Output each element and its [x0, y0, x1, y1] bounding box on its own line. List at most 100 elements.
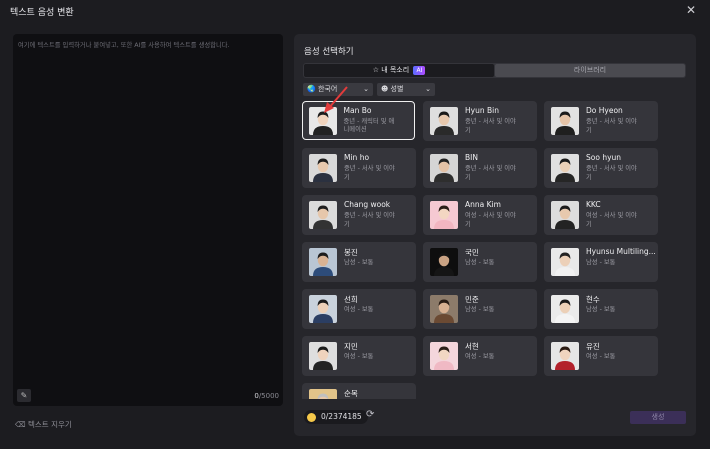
voice-avatar [430, 295, 458, 323]
voice-avatar [551, 107, 579, 135]
window-title: 텍스트 음성 변환 [10, 8, 74, 18]
ai-wand-icon[interactable]: ✎ [17, 389, 31, 402]
voice-card[interactable]: 선희여성 - 보통 [302, 289, 416, 329]
pointer-arrow [324, 86, 348, 113]
voice-description: 남성 - 보통 [344, 259, 374, 266]
voice-name: 국민 [465, 248, 479, 257]
voice-name: 순복 [344, 389, 358, 398]
voice-description: 중년 - 서사 및 이야기 [586, 165, 637, 181]
voice-card[interactable]: 민준남성 - 보통 [423, 289, 537, 329]
coin-icon [307, 412, 316, 422]
voice-description: 중년 - 서사 및 이야기 [344, 165, 395, 181]
voice-description: 중년 - 서사 및 이야기 [344, 212, 395, 228]
voice-tabs: ☆ 내 목소리 AI 라이브러리 [303, 63, 686, 78]
voice-card[interactable]: 유진여성 - 보통 [544, 336, 658, 376]
voice-name: BIN [465, 153, 478, 162]
voice-avatar [309, 248, 337, 276]
voice-name: Hyun Bin [465, 106, 499, 115]
voice-card[interactable]: KKC 여성 - 서사 및 이야기 [544, 195, 658, 235]
close-icon[interactable]: ✕ [686, 3, 696, 17]
voice-description: 여성 - 서사 및 이야기 [465, 212, 516, 228]
voice-name: 유진 [586, 342, 600, 351]
voice-description: 남성 - 보통 [465, 259, 495, 266]
voice-card[interactable]: 순복 [302, 383, 416, 399]
voice-name: Anna Kim [465, 200, 501, 209]
credit-value: 0/2374185 [321, 412, 362, 421]
voice-panel-title: 음성 선택하기 [304, 47, 354, 57]
voice-panel: 음성 선택하기 ☆ 내 목소리 AI 라이브러리 🌏 한국어 ⌄ ☻ 성별 ⌄ … [294, 34, 696, 436]
voice-description: 여성 - 서사 및 이야기 [586, 212, 637, 228]
title-bar: 텍스트 음성 변환 ✕ [0, 0, 710, 22]
star-icon: ☆ [372, 66, 379, 74]
voice-name: 지민 [344, 342, 358, 351]
voice-name: Soo hyun [586, 153, 622, 162]
voice-description: 중년 - 서사 및 이야기 [465, 165, 516, 181]
char-counter: 0/5000 [254, 392, 279, 400]
voice-name: 현수 [586, 295, 600, 304]
voice-card[interactable]: 지민 여성 - 보통 [302, 336, 416, 376]
text-editor[interactable]: 여기에 텍스트를 입력하거나 붙여넣고, 또한 AI를 사용하여 텍스트를 생성… [13, 34, 283, 406]
voice-avatar [430, 248, 458, 276]
voice-grid: Man Bo 중년 - 캐릭터 및 애니메이션 Hyun Bin 중년 - 서사 및 … [302, 101, 688, 399]
voice-description: 중년 - 서사 및 이야기 [586, 118, 637, 134]
voice-card[interactable]: BIN 중년 - 서사 및 이야기 [423, 148, 537, 188]
voice-card[interactable]: Man Bo 중년 - 캐릭터 및 애니메이션 [302, 101, 415, 140]
tab-my-voice[interactable]: ☆ 내 목소리 AI [304, 64, 494, 77]
editor-placeholder: 여기에 텍스트를 입력하거나 붙여넣고, 또한 AI를 사용하여 텍스트를 생성… [18, 42, 230, 49]
voice-avatar [309, 342, 337, 370]
voice-name: 민준 [465, 295, 479, 304]
voice-card[interactable]: Chang wook 중년 - 서사 및 이야기 [302, 195, 416, 235]
voice-avatar [551, 201, 579, 229]
voice-avatar [551, 295, 579, 323]
chevron-down-icon: ⌄ [363, 85, 369, 93]
voice-description: 남성 - 보통 [586, 259, 616, 266]
clear-text-label: 텍스트 지우기 [28, 420, 72, 429]
voice-description: 남성 - 보통 [465, 306, 495, 313]
voice-name: Do Hyeon [586, 106, 623, 115]
voice-card[interactable]: 국민남성 - 보통 [423, 242, 537, 282]
voice-description: 중년 - 캐릭터 및 애니메이션 [343, 117, 395, 134]
voice-name: Min ho [344, 153, 370, 162]
voice-card[interactable]: Soo hyun 중년 - 서사 및 이야기 [544, 148, 658, 188]
voice-card[interactable]: Anna Kim 여성 - 서사 및 이야기 [423, 195, 537, 235]
tab-my-voice-label: 내 목소리 [381, 66, 410, 74]
voice-description: 여성 - 보통 [465, 353, 495, 360]
voice-description: 여성 - 보통 [586, 353, 616, 360]
voice-description: 중년 - 서사 및 이야기 [465, 118, 516, 134]
voice-name: 서현 [465, 342, 479, 351]
voice-name: 선희 [344, 295, 358, 304]
gender-value: 성별 [390, 85, 404, 93]
ai-badge: AI [413, 66, 426, 75]
clear-text-button[interactable]: ⌫ 텍스트 지우기 [15, 419, 72, 430]
voice-name: Chang wook [344, 200, 391, 209]
gender-icon: ☻ [381, 85, 389, 93]
voice-avatar [309, 154, 337, 182]
voice-name: 봉진 [344, 248, 358, 257]
voice-description: 남성 - 보통 [586, 306, 616, 313]
voice-card[interactable]: Hyunsu Multiling... 남성 - 보통 [544, 242, 658, 282]
voice-name: KKC [586, 200, 601, 209]
voice-description: 여성 - 보통 [344, 306, 374, 313]
char-max: /5000 [258, 392, 279, 400]
voice-avatar [551, 248, 579, 276]
voice-avatar [551, 342, 579, 370]
tab-library[interactable]: 라이브러리 [495, 64, 685, 77]
globe-icon: 🌏 [307, 85, 316, 93]
voice-card[interactable]: Hyun Bin 중년 - 서사 및 이야기 [423, 101, 537, 141]
voice-avatar [430, 107, 458, 135]
voice-avatar [430, 154, 458, 182]
voice-card[interactable]: Min ho 중년 - 서사 및 이야기 [302, 148, 416, 188]
voice-card[interactable]: 봉진남성 - 보통 [302, 242, 416, 282]
gender-select[interactable]: ☻ 성별 ⌄ [377, 83, 435, 96]
credit-balance: 0/2374185 [304, 410, 368, 424]
voice-avatar [309, 201, 337, 229]
voice-card[interactable]: Do Hyeon 중년 - 서사 및 이야기 [544, 101, 658, 141]
refresh-icon[interactable]: ⟳ [366, 409, 374, 420]
voice-name: Man Bo [343, 105, 372, 115]
voice-avatar [309, 389, 337, 399]
voice-card[interactable]: 현수남성 - 보통 [544, 289, 658, 329]
voice-card[interactable]: 서현여성 - 보통 [423, 336, 537, 376]
voice-avatar [551, 154, 579, 182]
generate-button[interactable]: 생성 [630, 411, 686, 424]
voice-avatar [430, 201, 458, 229]
